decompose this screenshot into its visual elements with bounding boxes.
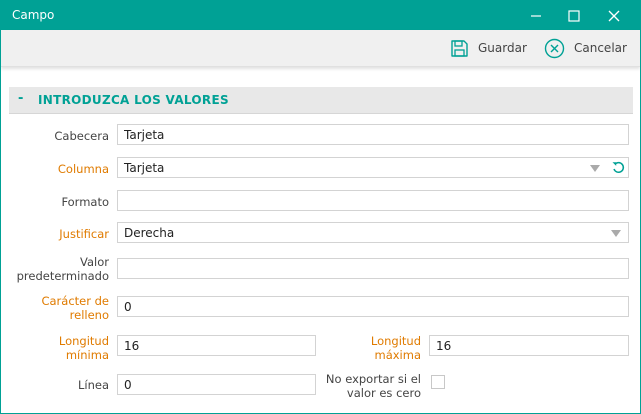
longitud-maxima-label: Longitud máxima [370, 334, 421, 362]
title-bar: Campo [1, 1, 640, 30]
close-button[interactable] [595, 1, 633, 30]
no-exportar-checkbox[interactable] [431, 375, 445, 389]
columna-value: Tarjeta [124, 161, 165, 175]
minimize-icon [531, 14, 541, 17]
caracter-relleno-input[interactable] [117, 296, 629, 317]
cancel-button[interactable]: Cancelar [544, 36, 627, 60]
refresh-icon[interactable] [612, 161, 625, 174]
maximize-icon [568, 9, 580, 22]
columna-select[interactable]: Tarjeta [117, 157, 629, 178]
cancel-circle-icon [544, 38, 565, 58]
section-title: INTRODUZCA LOS VALORES [38, 93, 229, 107]
justificar-label: Justificar [59, 227, 109, 241]
valor-predeterminado-input[interactable] [117, 258, 629, 279]
collapse-toggle[interactable]: - [18, 91, 23, 106]
minimize-button[interactable] [517, 1, 555, 30]
section-header[interactable]: - INTRODUZCA LOS VALORES [9, 87, 633, 114]
save-button[interactable]: Guardar [450, 36, 527, 60]
save-label: Guardar [478, 41, 527, 55]
chevron-down-icon [611, 230, 621, 237]
formato-input[interactable] [117, 190, 629, 211]
justificar-value: Derecha [124, 226, 175, 240]
dialog-window: Campo Guardar Cancelar - INTRODUZCA LOS … [0, 0, 641, 414]
cabecera-label: Cabecera [54, 129, 109, 143]
longitud-minima-input[interactable] [117, 335, 316, 356]
chevron-down-icon [590, 165, 600, 172]
longitud-minima-label: Longitud mínima [58, 334, 109, 362]
longitud-maxima-input[interactable] [429, 335, 629, 356]
formato-label: Formato [61, 195, 109, 209]
justificar-select[interactable]: Derecha [117, 222, 629, 243]
no-exportar-label: No exportar si el valor es cero [325, 372, 421, 400]
valor-predeterminado-label: Valor predeterminado [16, 255, 109, 283]
linea-input[interactable] [117, 374, 316, 395]
caracter-relleno-label: Carácter de relleno [41, 294, 109, 322]
close-icon [608, 10, 620, 21]
cabecera-input[interactable] [117, 124, 629, 145]
linea-label: Línea [77, 378, 109, 392]
maximize-button[interactable] [555, 1, 593, 30]
toolbar: Guardar Cancelar [1, 30, 640, 67]
columna-label: Columna [57, 162, 109, 176]
cancel-label: Cancelar [574, 41, 627, 55]
window-title: Campo [12, 8, 55, 22]
floppy-disk-icon [451, 39, 468, 57]
